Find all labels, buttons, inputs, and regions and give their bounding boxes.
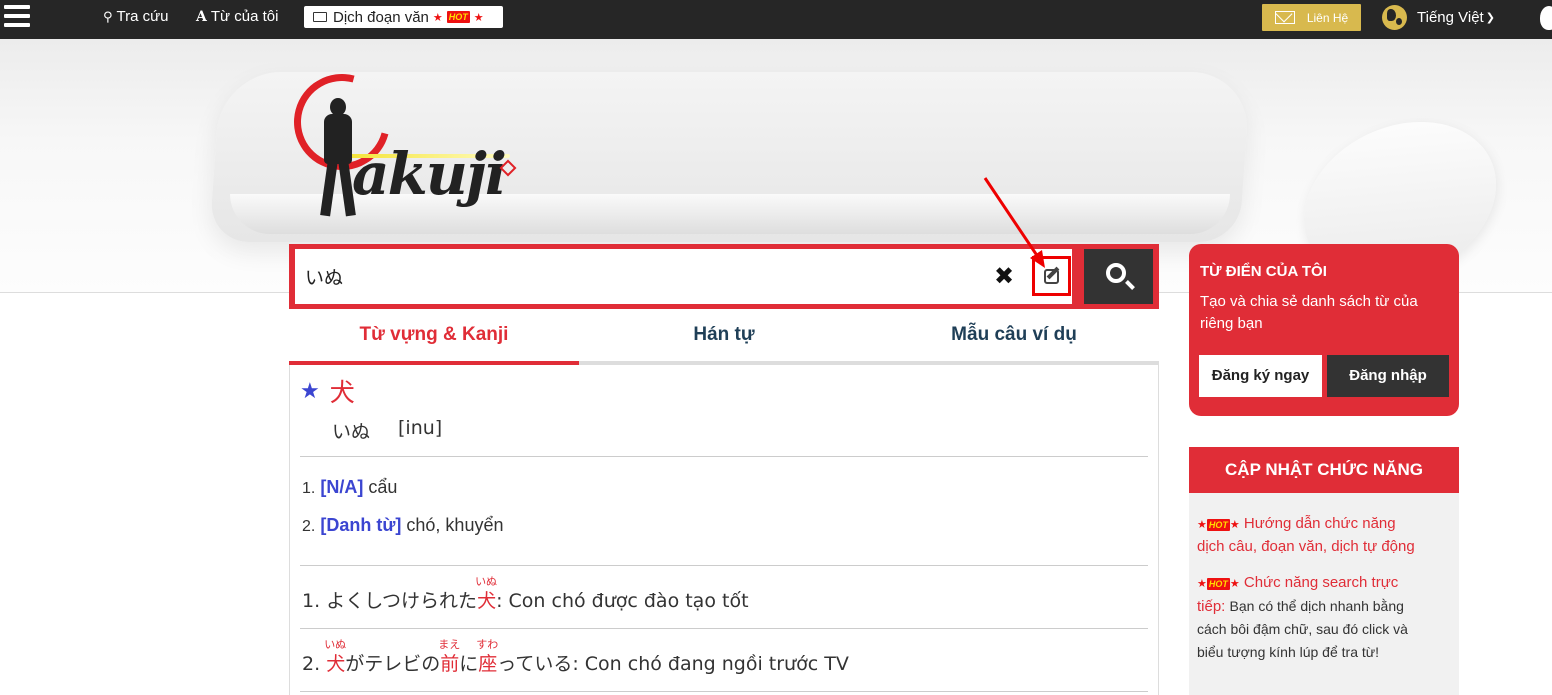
search-icon [1106, 263, 1126, 283]
search-icon: ⚲ [103, 8, 113, 24]
hamburger-icon[interactable] [4, 5, 30, 31]
search-input[interactable] [295, 249, 1072, 304]
divider [300, 691, 1148, 692]
meaning-text: chó, khuyển [406, 515, 504, 535]
tab-han-tu[interactable]: Hán tự [579, 313, 869, 361]
site-logo[interactable]: akuji [276, 56, 520, 230]
update-text: Bạn có thể dịch nhanh bằng cách bôi đậm … [1197, 598, 1408, 660]
word-kanji: 犬 [329, 378, 355, 407]
top-navigation-bar: ⚲ Tra cứu A Từ của tôi Dịch đoạn văn ★ H… [0, 0, 1552, 39]
contact-label: Liên Hệ [1306, 10, 1349, 25]
star-icon: ★ [1197, 578, 1207, 590]
translate-paragraph-button[interactable]: Dịch đoạn văn ★ HOT ★ [304, 6, 503, 28]
mail-icon [1274, 11, 1295, 24]
divider [300, 456, 1148, 457]
word-reading: いぬ [inu] [332, 417, 442, 444]
hot-badge: HOT [1206, 519, 1230, 531]
nav-tu-cua-toi-label: Từ của tôi [210, 8, 279, 25]
clear-icon[interactable]: ✖ [989, 262, 1019, 292]
example-sentence[interactable]: 2. いぬ 犬がテレビの まえ 前に すわ 座っている: Con chó đang ngồ… [302, 638, 849, 676]
tab-example-sentences[interactable]: Mẫu câu ví dụ [869, 313, 1159, 361]
logo-text: akuji [352, 140, 507, 208]
translate-paragraph-label: Dịch đoạn văn [333, 8, 429, 26]
hot-badge: HOT [1206, 578, 1230, 590]
example-translation: Con chó được đào tạo tốt [508, 590, 749, 612]
apple-icon[interactable] [1540, 6, 1552, 30]
star-icon[interactable]: ★ [300, 378, 320, 404]
hot-badge: HOT [446, 11, 470, 23]
example-translation: Con chó đang ngồi trước TV [584, 653, 849, 675]
language-label: Tiếng Việt [1417, 9, 1484, 26]
handwriting-input-button[interactable] [1032, 256, 1071, 296]
globe-icon [1382, 5, 1407, 30]
nav-tra-cuu-label: Tra cứu [116, 8, 169, 25]
word-header: ★ 犬 [300, 373, 355, 409]
search-bar: ✖ [289, 244, 1159, 309]
result-tabs: Từ vựng & Kanji Hán tự Mẫu câu ví dụ [289, 313, 1159, 365]
feature-updates-title: CẬP NHẬT CHỨC NĂNG [1189, 447, 1459, 493]
update-item[interactable]: ★ HOT ★ Hướng dẫn chức năng dịch câu, đoạn… [1197, 513, 1423, 558]
update-item[interactable]: ★ HOT ★ Chức năng search trực tiếp: Bạn có… [1197, 572, 1423, 664]
keyboard-icon [313, 12, 327, 22]
nav-tra-cuu[interactable]: ⚲ Tra cứu [103, 8, 169, 25]
feature-updates-panel: CẬP NHẬT CHỨC NĂNG ★ HOT ★ Hướng dẫn chức … [1189, 447, 1459, 695]
reading-kana: いぬ [332, 421, 371, 443]
font-icon: A [196, 8, 207, 25]
star-icon: ★ [1229, 578, 1240, 590]
language-selector[interactable]: Tiếng Việt ❯ [1382, 5, 1495, 30]
word-type-tag: [Danh từ] [320, 515, 402, 535]
meaning-text: cẩu [368, 477, 398, 497]
star-icon: ★ [473, 11, 484, 24]
chevron-down-icon: ❯ [1485, 12, 1495, 24]
signup-button[interactable]: Đăng ký ngay [1199, 355, 1322, 397]
word-type-tag: [N/A] [320, 477, 364, 497]
my-dictionary-panel: TỪ ĐIỂN CỦA TÔI Tạo và chia sẻ danh sách… [1189, 244, 1459, 416]
meaning-item: 2. [Danh từ] chó, khuyển [302, 515, 504, 535]
tab-vocabulary-kanji[interactable]: Từ vựng & Kanji [289, 313, 579, 365]
login-button[interactable]: Đăng nhập [1327, 355, 1449, 397]
nav-tu-cua-toi[interactable]: A Từ của tôi [196, 8, 278, 25]
my-dictionary-title: TỪ ĐIỂN CỦA TÔI [1200, 263, 1327, 280]
reading-romaji: [inu] [398, 417, 443, 439]
star-icon: ★ [432, 11, 443, 24]
star-icon: ★ [1197, 519, 1207, 531]
divider [300, 628, 1148, 629]
star-icon: ★ [1229, 519, 1240, 531]
result-card: ★ 犬 いぬ [inu] 1. [N/A] cẩu 2. [Danh từ] c… [289, 365, 1159, 695]
meaning-item: 1. [N/A] cẩu [302, 477, 398, 497]
contact-button[interactable]: Liên Hệ [1262, 4, 1361, 31]
search-button[interactable] [1084, 249, 1153, 304]
example-sentence[interactable]: 1. よくしつけられた いぬ 犬: Con chó được đào tạo tốt [302, 575, 749, 613]
divider [300, 565, 1148, 566]
edit-icon [1044, 269, 1059, 284]
my-dictionary-description: Tạo và chia sẻ danh sách từ của riêng bạ… [1200, 293, 1418, 332]
